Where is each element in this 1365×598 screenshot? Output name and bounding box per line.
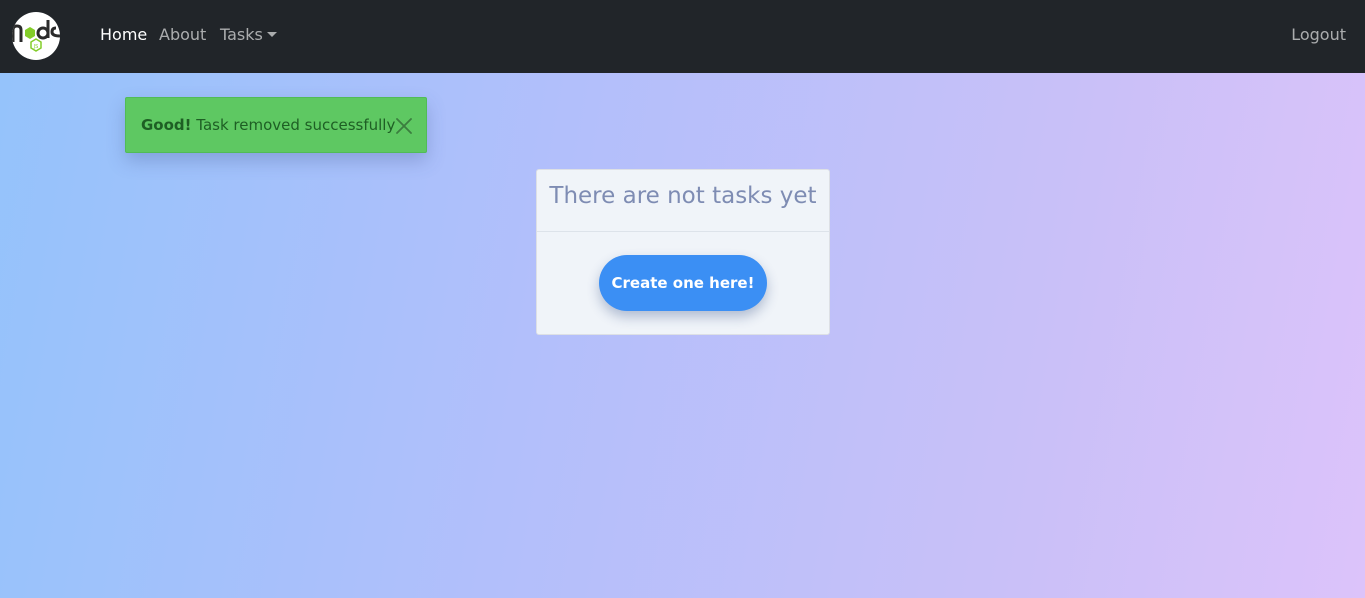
node-logo[interactable]: JS (12, 12, 60, 60)
nav-about[interactable]: About (159, 25, 206, 45)
close-icon (396, 118, 412, 134)
node-logo-icon: JS (12, 20, 60, 52)
success-alert: Good! Task removed successfully (125, 97, 427, 153)
nav-home[interactable]: Home (100, 25, 147, 45)
empty-tasks-card: There are not tasks yet Create one here! (536, 169, 830, 335)
alert-text: Good! Task removed successfully (141, 116, 395, 135)
nav-tasks-label: Tasks (220, 25, 263, 44)
nav-logout[interactable]: Logout (1291, 25, 1346, 45)
card-header: There are not tasks yet (537, 170, 829, 232)
svg-text:JS: JS (33, 44, 39, 50)
alert-close-button[interactable] (394, 116, 414, 136)
create-task-button[interactable]: Create one here! (599, 255, 767, 311)
nav-tasks-dropdown[interactable]: Tasks (220, 25, 277, 45)
alert-message: Task removed successfully (191, 116, 396, 134)
navbar: JS Home About Tasks Logout (0, 0, 1365, 73)
empty-state-title: There are not tasks yet (549, 183, 817, 209)
alert-strong: Good! (141, 116, 192, 134)
caret-down-icon (266, 32, 277, 37)
